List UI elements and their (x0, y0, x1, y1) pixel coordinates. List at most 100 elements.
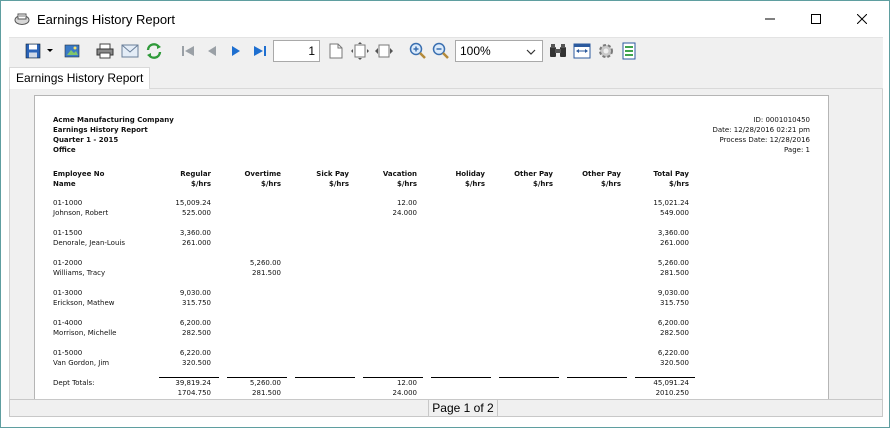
image-icon (64, 44, 80, 58)
gear-icon (599, 44, 613, 58)
employee-no: 01-4000 (53, 319, 83, 327)
dept-totals-label: Dept Totals: (53, 379, 95, 387)
single-page-button[interactable] (326, 41, 346, 61)
close-button[interactable] (839, 1, 885, 37)
col-header-sick-pay: Sick Pay (316, 170, 349, 178)
col-header-name: Name (53, 180, 76, 188)
grand-total-hours: 2010.250 (655, 389, 689, 397)
page-setup-button[interactable] (572, 41, 592, 61)
previous-page-icon (208, 46, 216, 56)
fit-width-button[interactable] (374, 41, 394, 61)
zoom-out-button[interactable] (431, 41, 451, 61)
fit-page-icon (351, 42, 369, 60)
total-hours: 315.750 (660, 299, 689, 307)
zoom-in-button[interactable] (408, 41, 428, 61)
regular-hours: 320.500 (182, 359, 211, 367)
zoom-out-icon (432, 42, 449, 59)
refresh-icon (146, 43, 162, 59)
report-viewport[interactable]: Acme Manufacturing Company Earnings Hist… (9, 89, 883, 399)
total-hours: 282.500 (660, 329, 689, 337)
col-header-overtime: Overtime (244, 170, 281, 178)
previous-page-button[interactable] (202, 41, 222, 61)
toolbar: 1 100% (9, 37, 883, 65)
col-header-vacation-unit: $/hrs (396, 180, 417, 188)
settings-button[interactable] (596, 41, 616, 61)
col-header-overtime-unit: $/hrs (260, 180, 281, 188)
report-window: Earnings History Report 1 100% Earnings … (0, 0, 890, 428)
regular-hours: 282.500 (182, 329, 211, 337)
regular-total-amount: 39,819.24 (175, 379, 211, 387)
app-icon (14, 12, 30, 26)
report-process-date: Process Date: 12/28/2016 (719, 136, 810, 144)
employee-name: Denorale, Jean-Louis (53, 239, 125, 247)
maximize-icon (811, 14, 821, 24)
employee-name: Morrison, Michelle (53, 329, 117, 337)
next-page-icon (232, 46, 240, 56)
first-page-button[interactable] (178, 41, 198, 61)
regular-hours: 525.000 (182, 209, 211, 217)
export-document-button[interactable] (620, 41, 640, 61)
employee-name: Van Gordon, Jim (53, 359, 110, 367)
title-bar: Earnings History Report (1, 1, 889, 37)
vacation-total-amount: 12.00 (396, 379, 417, 387)
total-hours: 261.000 (660, 239, 689, 247)
close-icon (857, 14, 867, 24)
zoom-in-icon (409, 42, 426, 59)
report-date: Date: 12/28/2016 02:21 pm (712, 126, 810, 134)
employee-no: 01-1000 (53, 199, 83, 207)
save-dropdown-button[interactable] (44, 41, 56, 61)
col-header-regular: Regular (180, 170, 211, 178)
report-id: ID: 0001010450 (753, 116, 810, 124)
minimize-button[interactable] (747, 1, 793, 37)
report-page: Acme Manufacturing Company Earnings Hist… (34, 95, 829, 399)
col-header-regular-unit: $/hrs (190, 180, 211, 188)
page-setup-icon (573, 43, 591, 59)
fit-page-button[interactable] (350, 41, 370, 61)
last-page-button[interactable] (250, 41, 270, 61)
window-title: Earnings History Report (37, 12, 175, 27)
col-header-employee-no: Employee No (53, 170, 105, 178)
total-rule (499, 377, 559, 378)
print-button[interactable] (95, 41, 115, 61)
total-amount: 9,030.00 (657, 289, 689, 297)
refresh-button[interactable] (144, 41, 164, 61)
col-header-other-pay-1: Other Pay (514, 170, 553, 178)
total-amount: 15,021.24 (653, 199, 689, 207)
col-header-other-pay-2-unit: $/hrs (600, 180, 621, 188)
overtime-hours: 281.500 (252, 269, 281, 277)
email-button[interactable] (120, 41, 140, 61)
col-header-holiday-unit: $/hrs (464, 180, 485, 188)
page-status: Page 1 of 2 (428, 400, 498, 416)
zoom-select[interactable]: 100% (455, 40, 543, 62)
regular-amount: 3,360.00 (179, 229, 211, 237)
total-rule (431, 377, 491, 378)
status-bar: Page 1 of 2 (9, 399, 883, 417)
employee-no: 01-3000 (53, 289, 83, 297)
maximize-button[interactable] (793, 1, 839, 37)
total-rule (295, 377, 355, 378)
overtime-amount: 5,260.00 (249, 259, 281, 267)
dropdown-arrow-icon (47, 49, 53, 52)
total-amount: 5,260.00 (657, 259, 689, 267)
col-header-total-pay: Total Pay (653, 170, 689, 178)
next-page-button[interactable] (226, 41, 246, 61)
employee-name: Erickson, Mathew (53, 299, 115, 307)
find-button[interactable] (548, 41, 568, 61)
total-amount: 3,360.00 (657, 229, 689, 237)
export-image-button[interactable] (62, 41, 82, 61)
binoculars-icon (550, 44, 566, 57)
zoom-value: 100% (460, 44, 491, 58)
regular-hours: 315.750 (182, 299, 211, 307)
col-header-vacation: Vacation (382, 170, 417, 178)
employee-name: Williams, Tracy (53, 269, 106, 277)
page-number-input[interactable]: 1 (273, 40, 320, 62)
vacation-amount: 12.00 (396, 199, 417, 207)
envelope-icon (121, 44, 139, 58)
total-amount: 6,200.00 (657, 319, 689, 327)
col-header-other-pay-2: Other Pay (582, 170, 621, 178)
report-department: Office (53, 146, 76, 154)
regular-amount: 15,009.24 (175, 199, 211, 207)
document-export-icon (622, 42, 636, 60)
save-button[interactable] (23, 41, 43, 61)
tab-earnings-history-report[interactable]: Earnings History Report (9, 67, 151, 90)
